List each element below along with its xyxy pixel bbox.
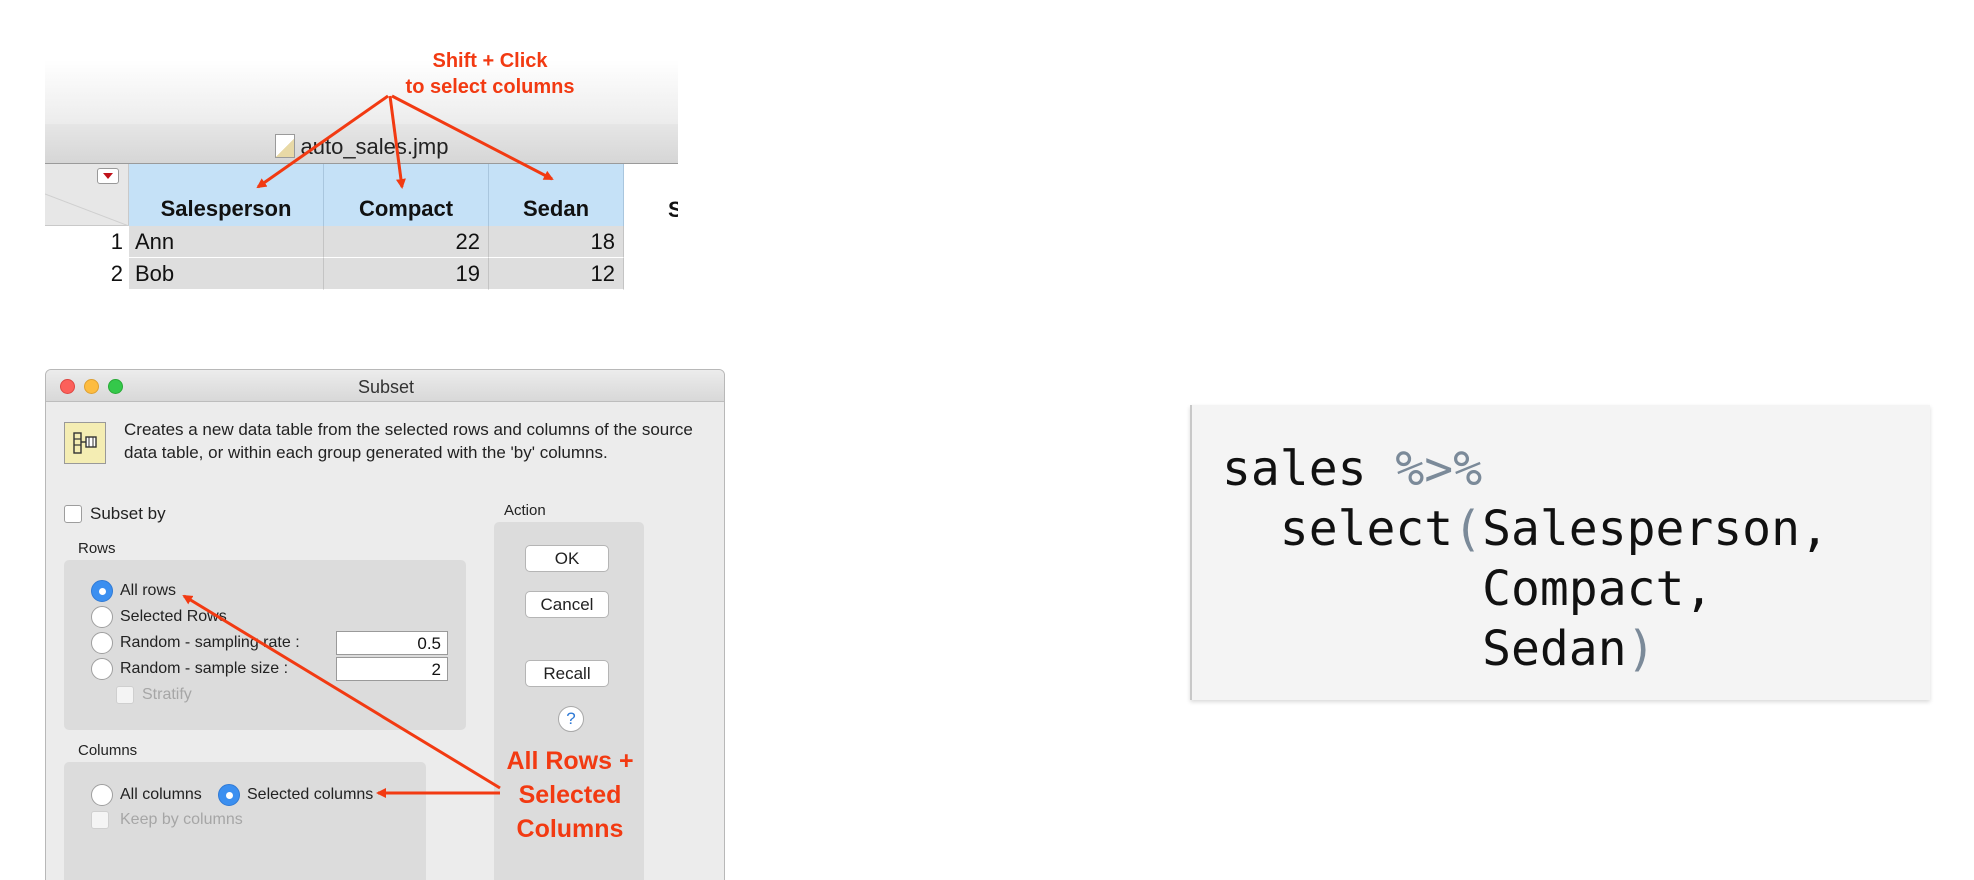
random-sample-size-radio[interactable] [91,658,113,680]
code-close-paren: ) [1626,621,1656,677]
table-menu-red-triangle-icon[interactable] [97,168,119,184]
column-header-sedan[interactable]: Sedan [489,164,624,226]
annotation-top-line-2: to select columns [405,76,575,98]
table-corner [45,164,129,226]
sampling-rate-input[interactable]: 0.5 [336,631,448,655]
row-number[interactable]: 2 [45,258,123,290]
annotation-shift-click: Shift + Click to select columns [380,48,600,100]
subset-by-label: Subset by [90,504,166,523]
table-split-icon [73,432,97,454]
code-arg-sedan: Sedan [1482,621,1627,677]
code-pipe-operator: %>% [1395,441,1483,497]
all-rows-label: All rows [120,582,177,599]
annotation-bottom-line-2: Selected [518,781,622,809]
table-cell[interactable]: 22 [324,226,489,258]
random-sampling-rate-radio[interactable] [91,632,113,654]
annotation-all-rows-selected-columns: All Rows + Selected Columns [480,744,660,846]
selected-columns-label: Selected columns [247,786,374,803]
table-cell[interactable]: 12 [489,258,624,290]
help-button[interactable]: ? [558,706,584,732]
annotation-top-line-1: Shift + Click [432,50,548,72]
code-select-function: select [1279,501,1454,557]
all-columns-label: All columns [120,786,202,803]
table-cell[interactable]: Ann [129,226,324,258]
keep-by-columns-label: Keep by columns [120,811,243,828]
data-table-titlebar: auto_sales.jmp [45,124,678,164]
stratify-label: Stratify [142,686,192,703]
stratify-checkbox[interactable] [116,686,134,704]
code-open-paren: ( [1453,501,1483,557]
row-number[interactable]: 1 [45,226,123,258]
subset-by-checkbox[interactable] [64,505,82,523]
code-arg-salesperson: Salesperson, [1482,501,1829,557]
selected-rows-label: Selected Rows [120,608,227,625]
code-panel: sales %>% select(Salesperson, Compact, S… [1190,405,1930,700]
subset-platform-icon [64,422,106,464]
cancel-button[interactable]: Cancel [525,591,609,618]
sample-size-input[interactable]: 2 [336,657,448,681]
ok-button[interactable]: OK [525,545,609,572]
jmp-file-icon [274,134,295,158]
table-cell[interactable]: Bob [129,258,324,290]
subset-dialog-titlebar: Subset [46,370,724,402]
annotation-bottom-line-3: Columns [516,815,624,843]
random-sample-size-label: Random - sample size : [120,660,289,677]
columns-group-box [64,762,426,880]
table-cell[interactable]: 18 [489,226,624,258]
data-table-grid: Salesperson Compact Sedan S 1 Ann 22 18 … [45,164,678,290]
code-arg-compact: Compact, [1482,561,1714,617]
keep-by-columns-checkbox[interactable] [91,811,109,829]
all-columns-radio[interactable] [91,784,113,806]
code-object-sales: sales [1222,441,1367,497]
action-group-label: Action [504,502,546,519]
column-header-partial[interactable]: S [668,197,678,223]
random-sampling-rate-label: Random - sampling rate : [120,634,300,651]
columns-group-label: Columns [78,742,138,759]
r-code-block: sales %>% select(Salesperson, Compact, S… [1222,439,1829,679]
selected-rows-radio[interactable] [91,606,113,628]
selected-columns-radio[interactable] [218,784,240,806]
annotation-bottom-line-1: All Rows + [506,747,634,775]
all-rows-radio[interactable] [91,580,113,602]
subset-dialog-title: Subset [357,377,415,397]
data-table-title: auto_sales.jmp [45,134,678,160]
column-header-salesperson[interactable]: Salesperson [129,164,324,226]
rows-group-label: Rows [78,540,116,557]
subset-description: Creates a new data table from the select… [124,420,693,462]
recall-button[interactable]: Recall [525,660,609,687]
table-cell[interactable]: 19 [324,258,489,290]
column-header-compact[interactable]: Compact [324,164,489,226]
data-table-title-text: auto_sales.jmp [300,134,449,159]
